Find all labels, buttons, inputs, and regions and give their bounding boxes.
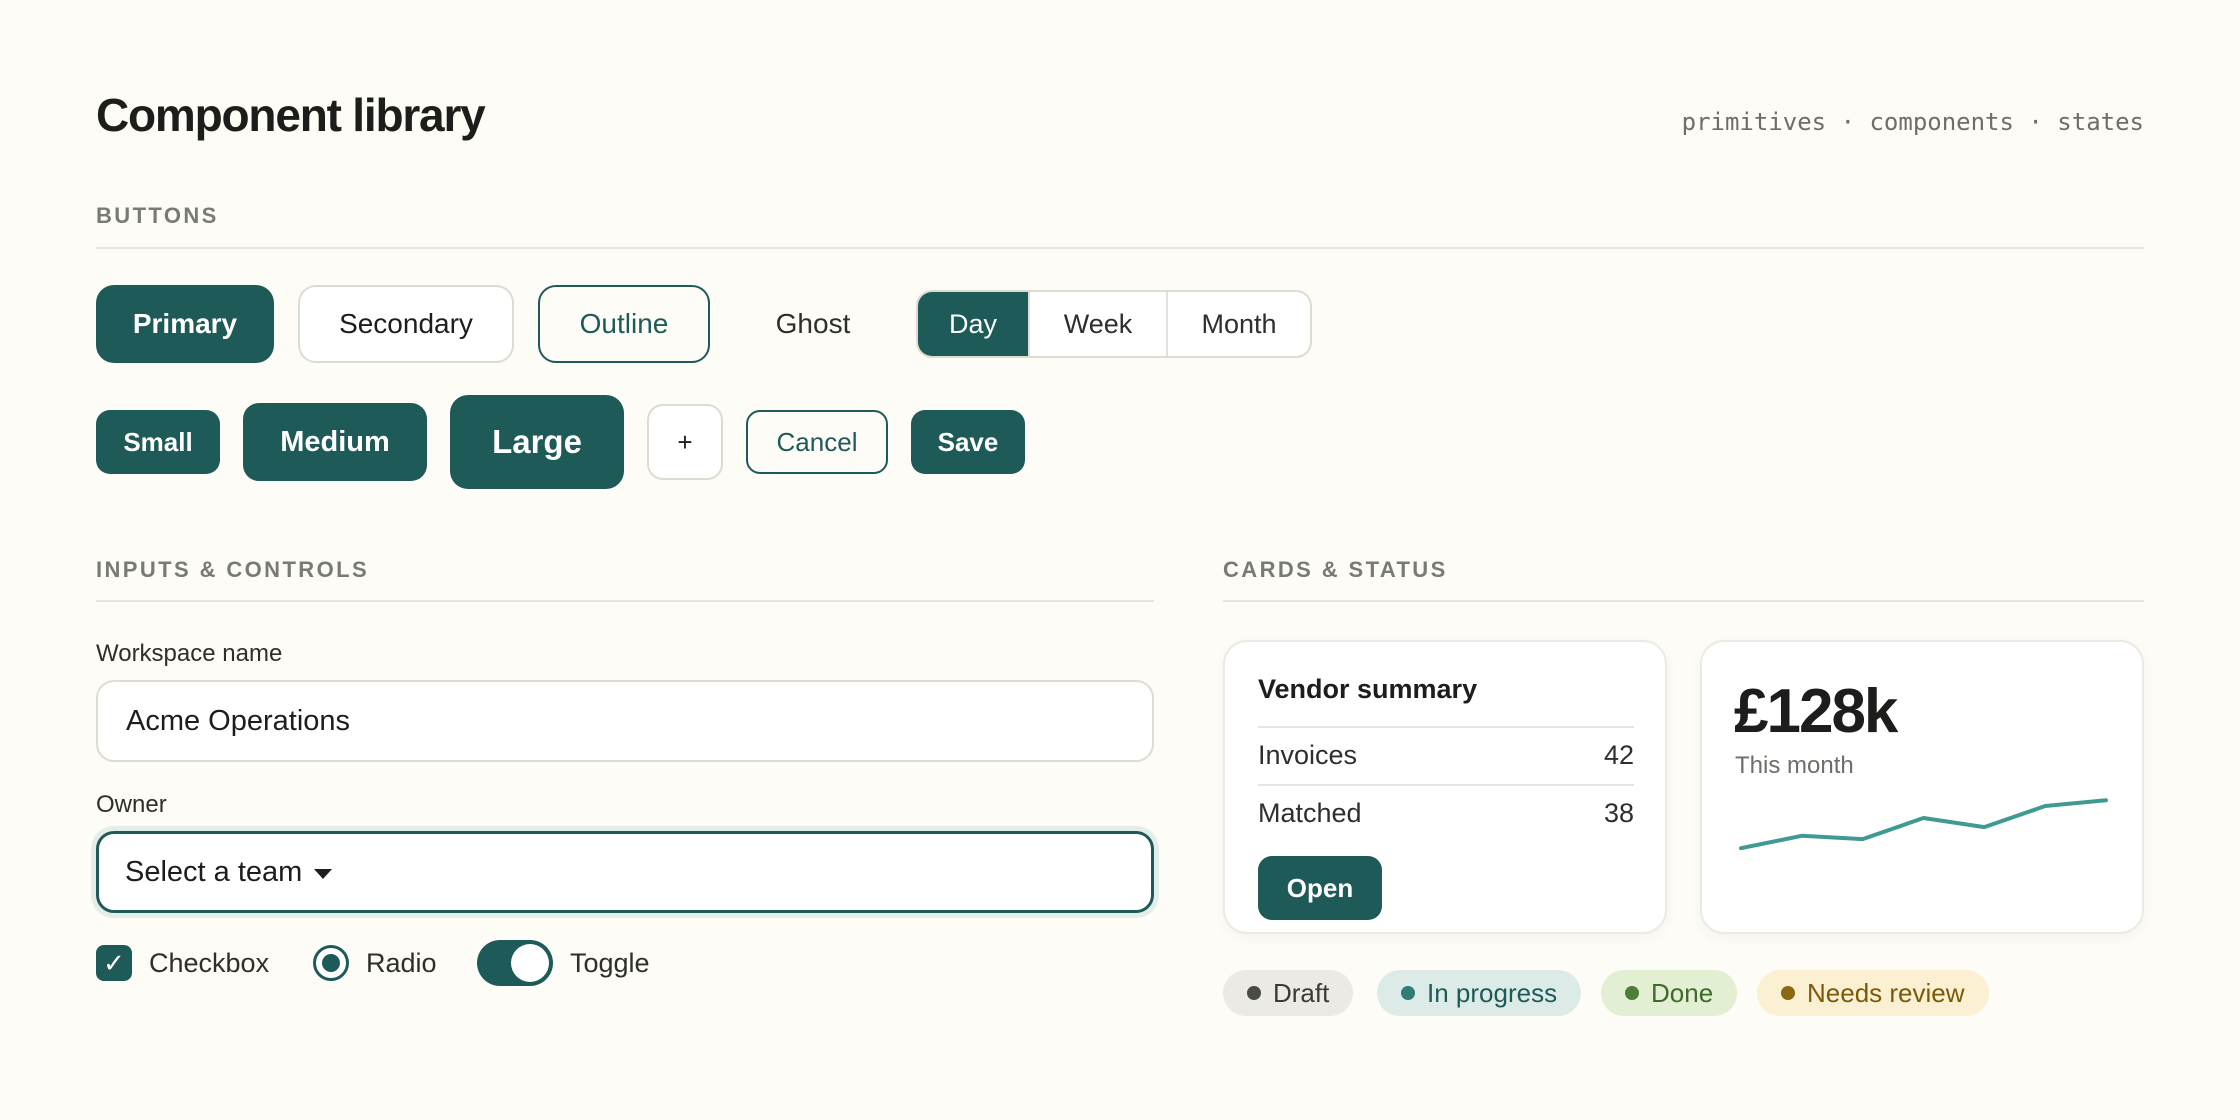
page-title: Component library	[96, 89, 486, 141]
radio-button[interactable]	[313, 945, 349, 981]
outline-button[interactable]: Outline	[538, 285, 710, 363]
owner-select-value: Select a team	[125, 855, 303, 888]
medium-button[interactable]: Medium	[243, 403, 427, 481]
segment-week[interactable]: Week	[1028, 292, 1166, 356]
vendor-card-divider-2	[1258, 784, 1634, 786]
badge-dot	[1247, 986, 1261, 1000]
segment-day[interactable]: Day	[918, 292, 1028, 356]
small-button[interactable]: Small	[96, 410, 220, 474]
cards-divider	[1223, 600, 2144, 602]
workspace-name-value: Acme Operations	[126, 704, 351, 737]
inputs-section-label: INPUTS & CONTROLS	[96, 557, 370, 582]
badge-label: In progress	[1427, 977, 1558, 1008]
vendor-summary-card: Vendor summary Invoices 42 Matched 38 Op…	[1223, 640, 1667, 934]
toggle-label: Toggle	[570, 947, 650, 978]
open-button[interactable]: Open	[1258, 856, 1382, 920]
primary-button[interactable]: Primary	[96, 285, 274, 363]
vendor-row-value: 38	[1603, 798, 1634, 828]
radio-control[interactable]: Radio	[313, 938, 437, 988]
buttons-divider	[96, 247, 2144, 249]
vendor-card-divider-1	[1258, 726, 1634, 728]
range-segmented-control: Day Week Month	[916, 290, 1312, 358]
workspace-name-label: Workspace name	[96, 640, 283, 667]
check-icon: ✓	[103, 947, 125, 978]
caret-down-icon	[314, 869, 333, 879]
large-button[interactable]: Large	[450, 395, 624, 489]
toggle-switch[interactable]	[477, 940, 553, 986]
sparkline-line	[1739, 798, 2108, 851]
badge-in-progress: In progress	[1377, 970, 1582, 1016]
checkbox[interactable]: ✓	[96, 945, 132, 981]
badge-dot	[1401, 986, 1415, 1000]
add-icon-button[interactable]: +	[647, 404, 723, 480]
badge-label: Needs review	[1807, 977, 1965, 1008]
badge-label: Draft	[1273, 977, 1330, 1008]
checkbox-control[interactable]: ✓ Checkbox	[96, 938, 269, 988]
workspace-name-input[interactable]: Acme Operations	[96, 680, 1154, 762]
owner-select[interactable]: Select a team	[96, 831, 1154, 913]
segment-month[interactable]: Month	[1166, 292, 1310, 356]
checkbox-label: Checkbox	[149, 947, 270, 978]
ghost-button[interactable]: Ghost	[734, 285, 892, 363]
cancel-button[interactable]: Cancel	[746, 410, 888, 474]
page-tags: primitives · components · states	[1681, 108, 2144, 136]
vendor-row-value: 42	[1603, 740, 1634, 770]
vendor-row-label: Invoices	[1258, 740, 1358, 770]
vendor-row-label: Matched	[1258, 798, 1362, 828]
toggle-control[interactable]: Toggle	[477, 938, 650, 988]
badge-dot	[1781, 986, 1795, 1000]
badge-dot	[1625, 986, 1639, 1000]
badge-done: Done	[1601, 970, 1738, 1016]
badge-draft: Draft	[1223, 970, 1354, 1016]
cards-section-label: CARDS & STATUS	[1223, 557, 1448, 582]
vendor-row-matched: Matched 38	[1258, 798, 1634, 829]
owner-label: Owner	[96, 791, 167, 818]
badge-label: Done	[1651, 977, 1714, 1008]
metric-card: £128k This month	[1700, 640, 2144, 934]
inputs-divider	[96, 600, 1154, 602]
vendor-card-title: Vendor summary	[1258, 674, 1478, 704]
radio-label: Radio	[366, 947, 437, 978]
buttons-section-label: BUTTONS	[96, 203, 219, 228]
sparkline-chart	[1739, 798, 2108, 851]
secondary-button[interactable]: Secondary	[298, 285, 514, 363]
toggle-knob	[511, 944, 549, 982]
save-button[interactable]: Save	[911, 410, 1025, 474]
vendor-row-invoices: Invoices 42	[1258, 740, 1634, 771]
radio-dot-icon	[322, 954, 340, 972]
badge-needs-review: Needs review	[1757, 970, 1989, 1016]
